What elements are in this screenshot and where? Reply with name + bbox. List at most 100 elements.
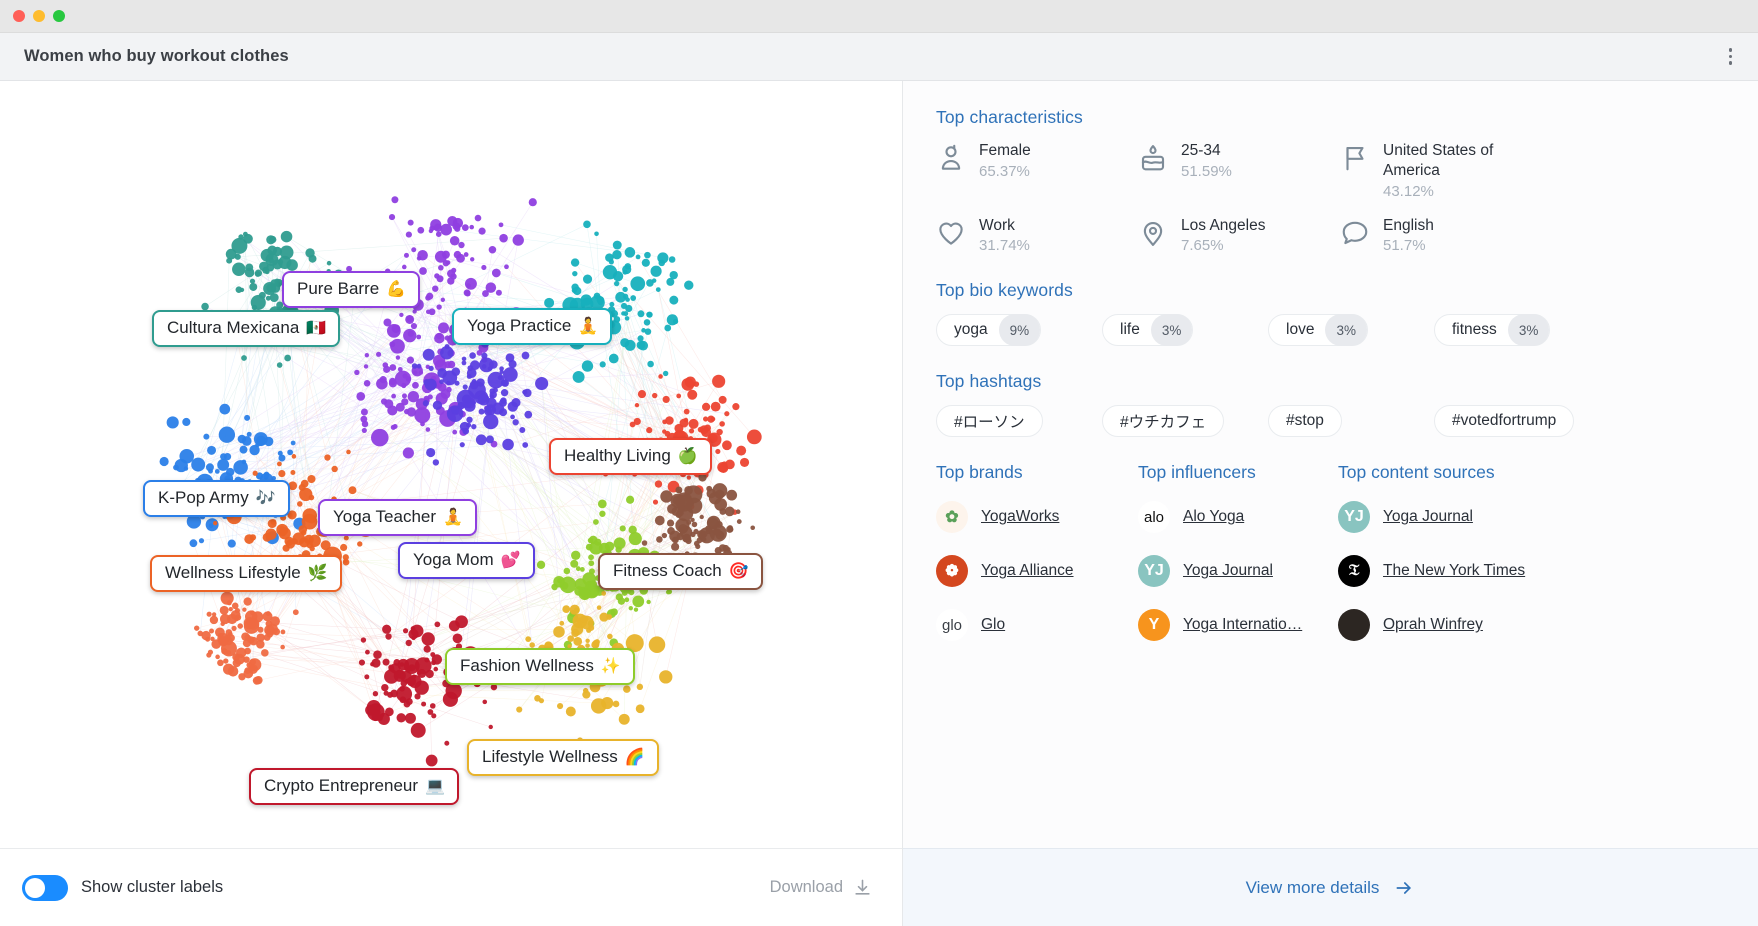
keyword-slot: yoga9%: [936, 314, 1102, 346]
cluster-label[interactable]: Crypto Entrepreneur 💻: [249, 768, 459, 805]
content-sources-list: YJ Yoga Journal 𝔗The New York Times Oprah W…: [1338, 501, 1758, 641]
characteristic-name: Female: [979, 141, 1031, 161]
content-source-item[interactable]: Oprah Winfrey: [1338, 609, 1758, 641]
bio-keyword-term: love: [1286, 321, 1314, 339]
cluster-canvas[interactable]: Pure Barre💪Cultura Mexicana🇲🇽 Yoga Practi…: [0, 81, 902, 848]
top-brands-title: Top brands: [936, 462, 1138, 483]
keyword-slot: love 3%: [1268, 314, 1434, 346]
cluster-label[interactable]: Yoga Teacher 🧘: [318, 499, 477, 536]
entity-name[interactable]: Yoga Journal: [1183, 561, 1273, 581]
cluster-label[interactable]: Yoga Mom 💕: [398, 542, 535, 579]
cluster-label-text: Crypto Entrepreneur: [264, 776, 418, 795]
yogaworks-logo: ✿: [936, 501, 968, 533]
hashtag-text: #ウチカフェ: [1120, 410, 1206, 432]
cluster-label-emoji: 💻: [425, 778, 445, 795]
hashtag-chip[interactable]: #votedfortrump: [1434, 405, 1574, 437]
hashtag-slot: #ローソン: [936, 405, 1102, 437]
details-scroll-area: Top characteristics Female65.37%25-3451.…: [903, 81, 1758, 848]
cluster-label-emoji: 💕: [501, 552, 521, 569]
bio-keyword-pct: 3%: [1325, 314, 1367, 346]
influencer-item[interactable]: YJ Yoga Journal: [1138, 555, 1338, 587]
cluster-label-emoji: 💪: [386, 281, 406, 298]
cluster-label[interactable]: Pure Barre💪: [282, 271, 420, 308]
cluster-visualization-pane: Pure Barre💪Cultura Mexicana🇲🇽 Yoga Practi…: [0, 81, 903, 926]
close-button[interactable]: [13, 10, 25, 22]
cluster-label[interactable]: Yoga Practice 🧘: [452, 308, 612, 345]
characteristic-value: 51.7%: [1383, 237, 1434, 254]
location-icon: [1138, 218, 1168, 248]
hashtag-chip[interactable]: #ウチカフェ: [1102, 405, 1224, 437]
entity-name[interactable]: The New York Times: [1383, 561, 1525, 581]
influencer-item[interactable]: Y Yoga Internatio…: [1138, 609, 1338, 641]
bio-keyword-chip[interactable]: love 3%: [1268, 314, 1368, 346]
bio-keyword-term: yoga: [954, 321, 988, 339]
minimize-button[interactable]: [33, 10, 45, 22]
characteristic-name: Work: [979, 216, 1030, 236]
page-header: Women who buy workout clothes: [0, 33, 1758, 81]
yoga-intl-logo: Y: [1138, 609, 1170, 641]
view-more-details-button[interactable]: View more details: [903, 848, 1758, 926]
content-source-item[interactable]: YJ Yoga Journal: [1338, 501, 1758, 533]
arrow-right-icon: [1393, 878, 1415, 898]
characteristic-item: Los Angeles7.65%: [1138, 216, 1340, 255]
show-cluster-labels-toggle[interactable]: Show cluster labels: [22, 875, 223, 901]
cluster-label[interactable]: K-Pop Army🎶: [143, 480, 290, 517]
entity-name[interactable]: Yoga Alliance: [981, 561, 1074, 581]
cluster-label[interactable]: Healthy Living🍏: [549, 438, 712, 475]
cluster-label-emoji: 🇲🇽: [306, 320, 326, 337]
entities-columns: Top brands ✿ YogaWorks ❁Yoga Alliance gloGl…: [936, 462, 1758, 663]
keyword-slot: fitness3%: [1434, 314, 1600, 346]
speech-icon: [1340, 218, 1370, 248]
person-icon: [936, 143, 966, 173]
characteristic-item: Work31.74%: [936, 216, 1138, 255]
cluster-label-text: Yoga Teacher: [333, 507, 436, 526]
hashtag-chip[interactable]: #ローソン: [936, 405, 1043, 437]
flag-icon: [1340, 143, 1370, 173]
brand-item[interactable]: ❁Yoga Alliance: [936, 555, 1138, 587]
more-options-icon[interactable]: [1721, 42, 1741, 71]
brand-item[interactable]: gloGlo: [936, 609, 1138, 641]
alo-yoga-logo: alo: [1138, 501, 1170, 533]
cluster-label-text: Yoga Practice: [467, 316, 571, 335]
visualization-footer: Show cluster labels Download: [0, 848, 902, 926]
cluster-label[interactable]: Wellness Lifestyle🌿: [150, 555, 342, 592]
bio-keywords-row: yoga9% life3% love 3% fitness3%: [936, 314, 1758, 346]
download-button[interactable]: Download: [770, 878, 872, 897]
entity-name[interactable]: Yoga Journal: [1383, 507, 1473, 527]
entity-name[interactable]: YogaWorks: [981, 507, 1059, 527]
cluster-label[interactable]: Lifestyle Wellness🌈: [467, 739, 659, 776]
entity-name[interactable]: Alo Yoga: [1183, 507, 1244, 527]
content-source-item[interactable]: 𝔗The New York Times: [1338, 555, 1758, 587]
brands-column: Top brands ✿ YogaWorks ❁Yoga Alliance gloGl…: [936, 462, 1138, 663]
top-characteristics-title: Top characteristics: [936, 107, 1758, 128]
cluster-label-emoji: 🧘: [443, 509, 463, 526]
bio-keyword-chip[interactable]: yoga9%: [936, 314, 1041, 346]
characteristic-item: English51.7%: [1340, 216, 1758, 255]
cluster-label-text: Yoga Mom: [413, 550, 494, 569]
cluster-label-emoji: ✨: [601, 658, 621, 675]
toggle-label: Show cluster labels: [81, 878, 223, 897]
bio-keyword-chip[interactable]: life3%: [1102, 314, 1193, 346]
window-titlebar: [0, 0, 1758, 33]
yoga-journal-logo: YJ: [1338, 501, 1370, 533]
hashtag-slot: #ウチカフェ: [1102, 405, 1268, 437]
entity-name[interactable]: Yoga Internatio…: [1183, 615, 1302, 635]
cluster-label[interactable]: Cultura Mexicana🇲🇽: [152, 310, 340, 347]
hashtag-slot: #votedfortrump: [1434, 405, 1600, 437]
influencer-item[interactable]: alo Alo Yoga: [1138, 501, 1338, 533]
maximize-button[interactable]: [53, 10, 65, 22]
bio-keyword-chip[interactable]: fitness3%: [1434, 314, 1550, 346]
cluster-label[interactable]: Fashion Wellness✨: [445, 648, 635, 685]
hashtag-chip[interactable]: #stop: [1268, 405, 1342, 437]
yoga-journal-logo: YJ: [1138, 555, 1170, 587]
toggle-switch[interactable]: [22, 875, 68, 901]
characteristic-name: 25-34: [1181, 141, 1232, 161]
entity-name[interactable]: Oprah Winfrey: [1383, 615, 1483, 635]
page-title: Women who buy workout clothes: [24, 47, 289, 66]
cluster-label[interactable]: Fitness Coach🎯: [598, 553, 763, 590]
cluster-label-emoji: 🧘: [578, 318, 598, 335]
brand-item[interactable]: ✿ YogaWorks: [936, 501, 1138, 533]
characteristic-item: 25-3451.59%: [1138, 141, 1340, 200]
entity-name[interactable]: Glo: [981, 615, 1005, 635]
characteristic-value: 65.37%: [979, 163, 1031, 180]
